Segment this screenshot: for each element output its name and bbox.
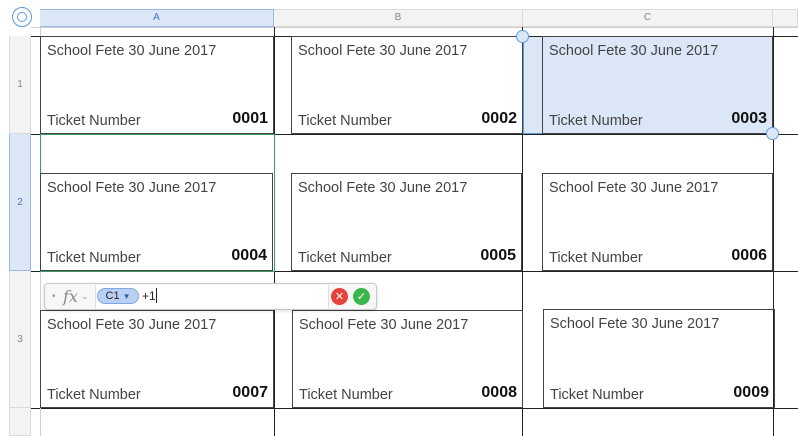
- ticket-label: Ticket Number: [550, 387, 644, 403]
- ticket-event: School Fete 30 June 2017: [298, 43, 468, 59]
- formula-editor[interactable]: • fx ⌄ C1 ▼ +1 ✕ ✓: [44, 283, 377, 310]
- ticket-event: School Fete 30 June 2017: [549, 43, 719, 59]
- table-select-icon[interactable]: [12, 7, 32, 27]
- cell-reference-label: C1: [105, 290, 120, 302]
- function-icon[interactable]: fx: [63, 287, 78, 306]
- ticket-card[interactable]: School Fete 30 June 2017 Ticket Number 0…: [291, 173, 522, 271]
- ticket-label: Ticket Number: [549, 113, 643, 129]
- ticket-number: 0002: [481, 110, 517, 127]
- ticket-card[interactable]: School Fete 30 June 2017 Ticket Number 0…: [543, 309, 775, 408]
- ticket-label: Ticket Number: [47, 250, 141, 266]
- ticket-number: 0007: [232, 384, 268, 401]
- ticket-card[interactable]: School Fete 30 June 2017 Ticket Number 0…: [40, 310, 274, 408]
- column-header-empty[interactable]: [773, 9, 798, 27]
- ticket-number: 0008: [481, 384, 517, 401]
- ticket-card[interactable]: School Fete 30 June 2017 Ticket Number 0…: [40, 36, 274, 134]
- selection-handle-bottom-right[interactable]: [766, 127, 779, 140]
- ticket-label: Ticket Number: [47, 387, 141, 403]
- grid-line: [31, 27, 798, 28]
- ticket-label: Ticket Number: [47, 113, 141, 129]
- chevron-down-icon[interactable]: ⌄: [81, 291, 89, 302]
- text-cursor: [156, 288, 157, 303]
- row-header-3-label: 3: [17, 333, 23, 345]
- ticket-event: School Fete 30 June 2017: [47, 180, 217, 196]
- ticket-number: 0009: [733, 384, 769, 401]
- ticket-number: 0004: [231, 247, 267, 264]
- row-header-2[interactable]: 2: [9, 134, 31, 271]
- ticket-label: Ticket Number: [298, 250, 392, 266]
- selection-handle-top-left[interactable]: [516, 30, 529, 43]
- ticket-number: 0003: [731, 110, 767, 127]
- ticket-number: 0001: [232, 110, 268, 127]
- column-header-b[interactable]: B: [274, 9, 523, 27]
- ticket-event: School Fete 30 June 2017: [299, 317, 469, 333]
- formula-text: +1: [142, 289, 156, 303]
- ticket-label: Ticket Number: [298, 113, 392, 129]
- ticket-label: Ticket Number: [549, 250, 643, 266]
- row-header-3[interactable]: 3: [9, 271, 31, 408]
- ticket-label: Ticket Number: [299, 387, 393, 403]
- row-header-2-label: 2: [17, 196, 23, 208]
- ticket-card[interactable]: School Fete 30 June 2017 Ticket Number 0…: [40, 173, 273, 271]
- accept-icon[interactable]: ✓: [353, 288, 370, 305]
- ticket-event: School Fete 30 June 2017: [298, 180, 468, 196]
- ticket-event: School Fete 30 June 2017: [550, 316, 720, 332]
- cell-reference-token[interactable]: C1 ▼: [97, 288, 139, 304]
- ticket-card[interactable]: School Fete 30 June 2017 Ticket Number 0…: [291, 36, 523, 134]
- ticket-number: 0006: [731, 247, 767, 264]
- ticket-event: School Fete 30 June 2017: [47, 43, 217, 59]
- ticket-event: School Fete 30 June 2017: [549, 180, 719, 196]
- cancel-icon[interactable]: ✕: [331, 288, 348, 305]
- row-header-1-label: 1: [17, 79, 23, 90]
- ticket-card[interactable]: School Fete 30 June 2017 Ticket Number 0…: [542, 173, 773, 271]
- ticket-card[interactable]: School Fete 30 June 2017 Ticket Number 0…: [292, 310, 523, 408]
- row-header-1[interactable]: 1: [9, 36, 31, 134]
- ticket-card[interactable]: School Fete 30 June 2017 Ticket Number 0…: [542, 36, 773, 134]
- column-header-a[interactable]: A: [40, 9, 274, 27]
- ticket-number: 0005: [480, 247, 516, 264]
- chevron-down-icon: ▼: [122, 291, 131, 301]
- row-header-4[interactable]: [9, 408, 31, 436]
- drag-handle-icon[interactable]: •: [52, 291, 56, 302]
- column-header-c[interactable]: C: [523, 9, 773, 27]
- grid-line: [31, 408, 798, 409]
- ticket-event: School Fete 30 June 2017: [47, 317, 217, 333]
